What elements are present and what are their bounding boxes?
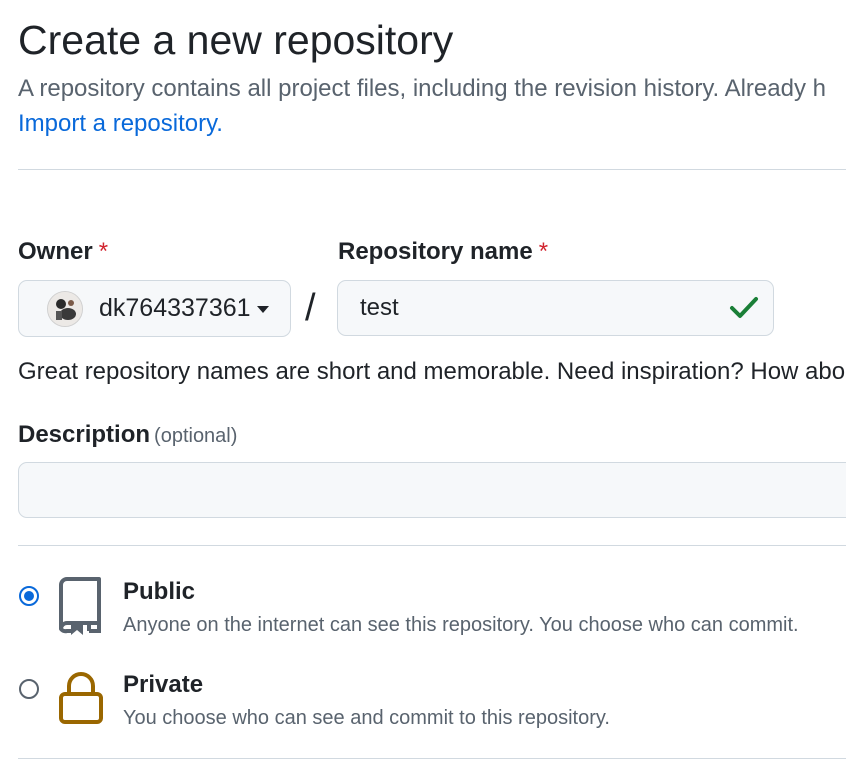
description-optional-label: (optional) xyxy=(154,425,238,447)
repository-name-input[interactable] xyxy=(360,281,720,335)
private-option-title: Private xyxy=(123,671,204,698)
private-option-description: You choose who can see and commit to thi… xyxy=(123,707,610,729)
repo-book-icon xyxy=(59,577,101,635)
description-divider xyxy=(18,545,846,546)
owner-required-mark: * xyxy=(98,238,109,265)
repository-required-mark: * xyxy=(538,238,549,265)
repository-name-field xyxy=(337,280,774,336)
check-icon xyxy=(730,297,758,318)
description-input[interactable] xyxy=(18,462,846,518)
visibility-divider xyxy=(18,758,846,759)
repository-name-label: Repository name * xyxy=(338,237,548,267)
public-radio[interactable] xyxy=(19,586,39,606)
repository-name-label-text: Repository name xyxy=(338,238,533,265)
page-title: Create a new repository xyxy=(18,17,454,63)
repository-name-hint: Great repository names are short and mem… xyxy=(18,358,846,385)
owner-label-text: Owner xyxy=(18,238,93,265)
owner-name: dk764337361 xyxy=(99,294,251,322)
owner-repo-separator: / xyxy=(305,287,316,329)
public-option-title: Public xyxy=(123,578,196,605)
page-subtitle: A repository contains all project files,… xyxy=(18,75,826,102)
owner-dropdown[interactable]: dk764337361 xyxy=(18,280,291,337)
avatar xyxy=(47,290,83,327)
lock-icon xyxy=(59,672,103,724)
description-label: Description (optional) xyxy=(18,420,237,451)
header-divider xyxy=(18,169,846,170)
description-label-text: Description xyxy=(18,421,151,448)
import-repository-link[interactable]: Import a repository. xyxy=(18,109,223,139)
private-radio[interactable] xyxy=(19,679,39,699)
public-option-description: Anyone on the internet can see this repo… xyxy=(123,614,799,636)
chevron-down-icon xyxy=(256,306,269,313)
owner-label: Owner * xyxy=(18,237,108,267)
